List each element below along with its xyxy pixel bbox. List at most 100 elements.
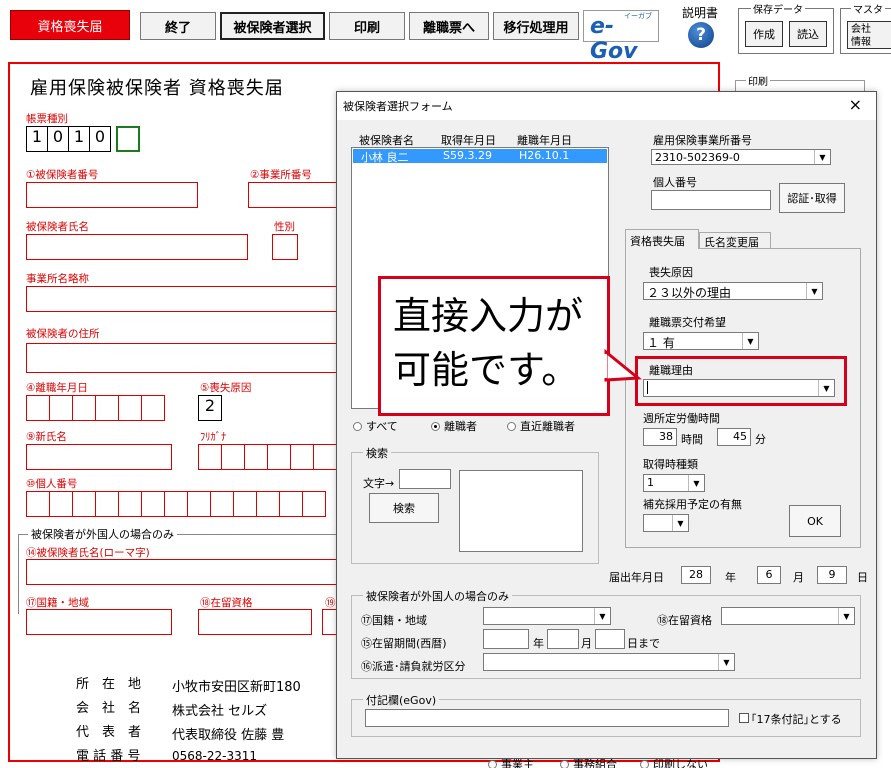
chevron-down-icon[interactable]: ▼ [742,333,758,349]
insured-number-field[interactable] [26,182,198,208]
save-data-title: 保存データ [751,1,805,16]
gender-field[interactable] [272,234,298,260]
furigana-cells[interactable] [198,444,337,470]
acquisition-type-value: 1 [647,476,654,489]
stay-month-unit: 月 [581,637,592,650]
chevron-down-icon[interactable]: ▼ [838,608,854,624]
load-button[interactable]: 読込 [789,21,827,47]
egov-button[interactable]: e-Gov イーガブ [583,10,659,64]
form-type-digit[interactable]: 1 [26,126,48,152]
residence-status-label: ⑱在留資格 [200,597,253,609]
tab-loss-notice[interactable]: 資格喪失届 [625,229,699,249]
minutes-field[interactable]: 45 [717,428,751,446]
submit-date-label: 届出年月日 [609,571,664,584]
acquisition-type-select[interactable]: 1 ▼ [643,474,705,492]
separation-reason-label: 離職理由 [649,364,693,377]
chevron-down-icon[interactable]: ▼ [688,475,704,491]
separation-date-cells[interactable] [26,395,165,421]
radio-recent-label: 直近離職者 [520,420,575,433]
chevron-down-icon[interactable]: ▼ [806,283,822,299]
loss-cause-select[interactable]: ２３以外の理由 ▼ [643,282,823,300]
radio-all[interactable]: すべて [353,418,398,434]
nationality-select[interactable]: ▼ [483,607,611,625]
separation-date-label: ④離職年月日 [26,382,88,394]
select-insured-button[interactable]: 被保険者選択 [220,12,325,40]
migration-button[interactable]: 移行処理用 [493,12,579,40]
insured-name-label: 被保険者氏名 [26,221,89,233]
chevron-down-icon[interactable]: ▼ [594,608,610,624]
company-info-line2: 情報 [851,37,871,48]
form-type-cells[interactable]: 1 0 1 0 [26,126,140,152]
weekly-hours-label: 週所定労働時間 [643,412,720,425]
submit-year-field[interactable]: 28 [681,566,711,584]
chevron-down-icon[interactable]: ▼ [672,515,688,531]
end-button[interactable]: 終了 [140,12,216,40]
list-header-acquired: 取得年月日 [441,134,496,147]
list-header-separated: 離職年月日 [517,134,572,147]
article17-checkbox[interactable] [739,713,749,723]
hours-field[interactable]: 38 [643,428,677,446]
chevron-down-icon[interactable]: ▼ [814,150,830,164]
note-group-title: 付記欄(eGov) [363,692,440,708]
separation-reason-select[interactable]: ▼ [643,379,835,397]
stay-month-field[interactable] [547,629,579,649]
stay-year-field[interactable] [483,629,529,649]
personal-number-field[interactable] [651,190,771,210]
nationality-field[interactable] [26,609,172,635]
office-abbr-field[interactable] [26,286,338,312]
office-number-select[interactable]: 2310-502369-0 ▼ [651,149,831,165]
residence-status-select[interactable]: ▼ [721,607,855,625]
submit-day-field[interactable]: 9 [817,566,847,584]
dispatch-select[interactable]: ▼ [483,653,735,671]
callout-line-2: 可能です。 [393,348,580,392]
list-header-name: 被保険者名 [359,134,414,147]
address-label: 所 在 地 [76,677,142,692]
loss-cause-field[interactable]: 2 [198,395,222,421]
search-results-list[interactable] [459,470,583,552]
form-type-digit[interactable]: 1 [68,126,90,152]
address-value: 小牧市安田区新町180 [172,680,301,695]
radio-recent-separated[interactable]: 直近離職者 [507,418,575,434]
chevron-down-icon[interactable]: ▼ [818,380,834,396]
year-unit: 年 [725,571,736,584]
search-input[interactable] [399,469,451,489]
help-icon[interactable]: ? [688,22,714,48]
manual-label: 説明書 [682,6,719,20]
stay-day-field[interactable] [595,629,625,649]
new-name-field[interactable] [26,444,172,470]
representative-label: 代 表 者 [76,725,142,740]
romaji-name-field[interactable] [26,559,338,585]
note-field[interactable] [365,709,729,727]
office-number-field[interactable] [248,182,338,208]
callout-pointer [602,348,642,382]
chevron-down-icon[interactable]: ▼ [718,654,734,670]
submit-month-field[interactable]: 6 [757,566,781,584]
tab-name-change[interactable]: 氏名変更届 [699,232,771,249]
form-type-digit-active[interactable] [116,126,140,152]
list-item[interactable]: 小林 良二 S59.3.29 H26.10.1 [353,149,607,164]
close-icon[interactable]: × [849,95,862,114]
personal-number-cells[interactable] [26,491,326,517]
separation-ticket-label: 離職票交付希望 [649,316,726,329]
insured-address-field[interactable] [26,343,338,373]
radio-separated[interactable]: 離職者 [431,418,477,434]
article17-label: ｢17条付記｣とする [751,713,842,726]
company-info-button[interactable]: 会社 情報 [847,21,891,49]
create-button[interactable]: 作成 [745,21,783,47]
residence-status-field[interactable] [198,609,312,635]
auth-acquire-button[interactable]: 認証･取得 [779,183,845,213]
to-separation-slip-button[interactable]: 離職票へ [409,12,489,40]
supplement-label: 補充採用予定の有無 [643,498,742,511]
form-type-digit[interactable]: 0 [47,126,69,152]
nationality-label: ⑰国籍・地域 [26,597,89,609]
print-button[interactable]: 印刷 [329,12,405,40]
search-button[interactable]: 検索 [369,493,439,523]
supplement-select[interactable]: ▼ [643,514,689,532]
insured-name-field[interactable] [26,234,248,260]
ok-button[interactable]: OK [789,505,841,537]
form-type-digit[interactable]: 0 [89,126,111,152]
separation-ticket-select[interactable]: １ 有 ▼ [643,332,759,350]
residence-status-label: ⑱在留資格 [657,614,712,627]
form-type-title-button[interactable]: 資格喪失届 [10,10,130,40]
separation-ticket-value: １ 有 [647,336,675,350]
